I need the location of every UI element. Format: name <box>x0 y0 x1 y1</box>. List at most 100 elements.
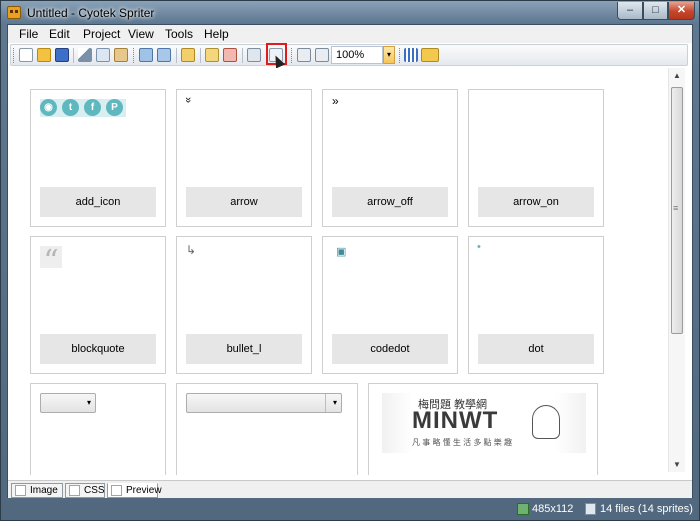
code-icon: ▣ <box>336 246 347 258</box>
sprite-card-arrow-on[interactable]: arrow_on <box>468 89 604 227</box>
plurk-icon: P <box>106 99 123 116</box>
toolbar-separator <box>242 48 243 63</box>
minwt-logo: 梅問題 教學網 MINWT 凡 事 略 懂 生 活 多 點 樂 趣 <box>382 393 586 453</box>
double-chevron-right-icon: » <box>332 94 339 108</box>
sprite-card-bullet-l[interactable]: ↳ bullet_l <box>176 236 312 374</box>
zoom-combo[interactable]: 100% <box>331 46 383 64</box>
sprite-label: arrow <box>186 187 302 217</box>
sprite-card-add-icon[interactable]: ◉ t f P add_icon <box>30 89 166 227</box>
minimize-button[interactable]: – <box>617 2 643 20</box>
sprite-label: add_icon <box>40 187 156 217</box>
window-title: Untitled - Cyotek Spriter <box>27 6 155 20</box>
mascot-icon <box>532 405 560 439</box>
image-green-icon[interactable] <box>205 48 219 62</box>
grid-icon[interactable] <box>404 48 418 62</box>
status-file-count: 14 files (14 sprites) <box>600 503 693 515</box>
toolbar-grip[interactable] <box>133 48 136 63</box>
menu-help[interactable]: Help <box>204 27 229 41</box>
chevron-down-icon: ▾ <box>86 398 91 407</box>
image-size-icon <box>517 503 529 515</box>
bullet-arrow-icon: ↳ <box>186 243 197 257</box>
paste-icon[interactable] <box>114 48 128 62</box>
small-select-sprite: ▾ <box>40 393 96 413</box>
scroll-up-arrow-icon[interactable]: ▲ <box>673 71 681 80</box>
toolbar: 100% ▾ <box>10 43 688 69</box>
sprite-label: codedot <box>332 334 448 364</box>
dot-icon: • <box>477 241 481 253</box>
sprite-label: dot <box>478 334 594 364</box>
tab-css[interactable]: CSS <box>65 483 105 498</box>
sprite-card-blockquote[interactable]: “ blockquote <box>30 236 166 374</box>
add-folder-icon[interactable] <box>157 48 171 62</box>
client-area: File Edit Project View Tools Help 100% ▾… <box>7 24 693 498</box>
sprite-label: blockquote <box>40 334 156 364</box>
zoom-dropdown-button[interactable]: ▾ <box>383 46 395 64</box>
sprite-card-arrow-off[interactable]: » arrow_off <box>322 89 458 227</box>
preview-icon[interactable] <box>297 48 311 62</box>
menu-tools[interactable]: Tools <box>165 27 193 41</box>
logo-main-text: MINWT <box>412 407 499 434</box>
grip-icon: ≡ <box>673 203 679 213</box>
sprite-label: arrow_on <box>478 187 594 217</box>
tab-label: CSS <box>84 485 105 496</box>
wide-select-sprite: ▾ <box>186 393 342 413</box>
menu-bar: File Edit Project View Tools Help <box>8 25 692 43</box>
preview-tab-icon <box>111 485 122 496</box>
sprite-canvas: ◉ t f P add_icon » arrow » arrow_off arr… <box>8 68 692 475</box>
title-bar[interactable]: Untitled - Cyotek Spriter – □ ✕ <box>1 1 699 24</box>
open-folder-icon[interactable] <box>37 48 51 62</box>
app-icon[interactable] <box>7 6 21 19</box>
cut-icon[interactable] <box>78 48 92 62</box>
toolbar-grip[interactable] <box>399 48 402 63</box>
sprite-card-dot[interactable]: • dot <box>468 236 604 374</box>
twitter-icon: t <box>62 99 79 116</box>
save-icon[interactable] <box>55 48 69 62</box>
facebook-icon: f <box>84 99 101 116</box>
menu-project[interactable]: Project <box>83 27 120 41</box>
sprite-label: bullet_l <box>186 334 302 364</box>
app-window: Untitled - Cyotek Spriter – □ ✕ File Edi… <box>0 0 700 521</box>
menu-file[interactable]: File <box>19 27 38 41</box>
sprite-card-select-wide[interactable]: ▾ <box>176 383 358 475</box>
files-icon <box>585 503 596 515</box>
close-button[interactable]: ✕ <box>668 2 695 20</box>
toolbar-separator <box>176 48 177 63</box>
rss-icon: ◉ <box>40 99 57 116</box>
image-red-icon[interactable] <box>223 48 237 62</box>
sprite-card-select-small[interactable]: ▾ <box>30 383 166 475</box>
menu-edit[interactable]: Edit <box>49 27 70 41</box>
color-dropdown-icon[interactable] <box>421 48 439 62</box>
scroll-down-arrow-icon[interactable]: ▼ <box>673 460 681 469</box>
sprite-card-logo[interactable]: 梅問題 教學網 MINWT 凡 事 略 懂 生 活 多 點 樂 趣 <box>368 383 598 475</box>
sprite-label: arrow_off <box>332 187 448 217</box>
add-image-icon[interactable] <box>139 48 153 62</box>
copy-icon[interactable] <box>96 48 110 62</box>
css-tab-icon <box>69 485 80 496</box>
image-tab-icon <box>15 485 26 496</box>
rename-icon[interactable] <box>247 48 261 62</box>
vertical-scrollbar[interactable]: ▲ ≡ ▼ <box>668 68 685 472</box>
toolbar-separator <box>73 48 74 63</box>
sprite-card-codedot[interactable]: ▣ codedot <box>322 236 458 374</box>
toolbar-grip[interactable] <box>13 48 16 63</box>
tab-label: Preview <box>126 485 162 496</box>
toolbar-separator <box>200 48 201 63</box>
sprite-card-arrow[interactable]: » arrow <box>176 89 312 227</box>
view-tabs: Image CSS Preview <box>8 480 692 498</box>
status-bar: 485x112 14 files (14 sprites) <box>1 499 700 521</box>
quote-icon: “ <box>40 246 62 278</box>
chevron-down-icon: ▾ <box>332 398 337 407</box>
social-icons: ◉ t f P <box>40 99 126 117</box>
tab-label: Image <box>30 485 58 496</box>
document-icon[interactable] <box>315 48 329 62</box>
tab-preview[interactable]: Preview <box>107 483 162 498</box>
menu-view[interactable]: View <box>128 27 154 41</box>
new-file-icon[interactable] <box>19 48 33 62</box>
tab-image[interactable]: Image <box>11 483 63 498</box>
scrollbar-thumb[interactable]: ≡ <box>671 87 683 334</box>
status-image-size: 485x112 <box>532 503 574 515</box>
double-chevron-down-icon: » <box>182 96 195 104</box>
toolbar-grip[interactable] <box>291 48 294 63</box>
maximize-button[interactable]: □ <box>643 2 668 20</box>
export-icon[interactable] <box>181 48 195 62</box>
